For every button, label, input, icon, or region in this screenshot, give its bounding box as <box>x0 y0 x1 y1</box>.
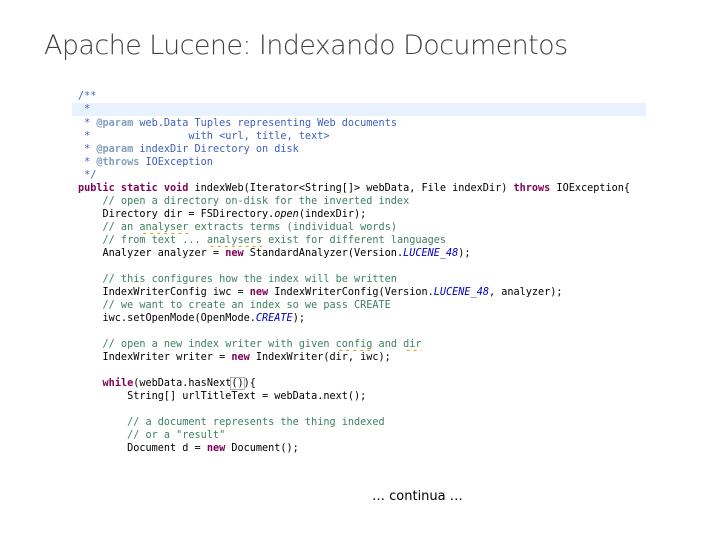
code-token: config <box>335 339 373 350</box>
code-token: indexDir Directory on disk <box>133 144 299 155</box>
code-token: Directory dir = FSDirectory. <box>78 209 275 220</box>
code-token: ); <box>292 313 305 324</box>
code-line: // open a new index writer with given co… <box>72 338 646 351</box>
code-line: // open a directory on-disk for the inve… <box>72 195 646 208</box>
code-line: Analyzer analyzer = new StandardAnalyzer… <box>72 247 646 260</box>
code-token: StandardAnalyzer(Version. <box>243 248 404 259</box>
code-token: // we want to create an index so we pass… <box>78 300 391 311</box>
code-line: Document d = new Document(); <box>72 442 646 455</box>
code-line: * @param indexDir Directory on disk <box>72 143 646 156</box>
code-token: ){ <box>243 378 256 389</box>
code-token: // this configures how the index will be… <box>78 274 397 285</box>
code-token: * <box>78 144 97 155</box>
code-token: indexWeb(Iterator<String[]> webData, Fil… <box>188 183 514 194</box>
code-token: extracts terms (individual words) <box>188 222 397 233</box>
code-token: Analyzer analyzer = <box>78 248 226 259</box>
code-line: /** <box>72 90 646 103</box>
code-token: @throws <box>96 157 140 168</box>
code-token: Document(); <box>225 443 299 454</box>
code-token: new <box>231 352 250 363</box>
code-line: IndexWriterConfig iwc = new IndexWriterC… <box>72 286 646 299</box>
code-token: LUCENE_48 <box>433 287 489 298</box>
code-token: (indexDir); <box>298 209 367 220</box>
code-line: // an analyser extracts terms (individua… <box>72 221 646 234</box>
code-token: IndexWriterConfig(Version. <box>268 287 434 298</box>
code-token: // an <box>78 222 140 233</box>
code-token: IOException{ <box>550 183 631 194</box>
code-line: * <box>72 103 646 116</box>
code-token: iwc.setOpenMode(OpenMode. <box>78 313 256 324</box>
code-token: analyser <box>139 222 189 233</box>
code-token: new <box>225 248 244 259</box>
code-token: IndexWriter writer = <box>78 352 232 363</box>
code-token: @param <box>96 144 134 155</box>
code-line: IndexWriter writer = new IndexWriter(dir… <box>72 351 646 364</box>
code-token: // a document represents the thing index… <box>78 417 385 428</box>
code-token: IOException <box>139 157 213 168</box>
code-token: (webData.hasNext <box>133 378 232 389</box>
code-line: // this configures how the index will be… <box>72 273 646 286</box>
code-line: * with <url, title, text> <box>72 130 646 143</box>
code-line: // we want to create an index so we pass… <box>72 299 646 312</box>
code-token: LUCENE_48 <box>403 248 459 259</box>
code-token: */ <box>78 170 97 181</box>
code-token: * with <url, title, text> <box>78 131 330 142</box>
continuation-note: … continua … <box>372 489 463 504</box>
code-token: // or a "result" <box>78 430 226 441</box>
code-token: IndexWriterConfig iwc = <box>78 287 250 298</box>
code-token: String[] urlTitleText = webData.next(); <box>78 391 367 402</box>
code-token: // from text ... <box>78 235 207 246</box>
code-token: IndexWriter(dir, iwc); <box>249 352 391 363</box>
code-token: throws <box>513 183 551 194</box>
slide-title: Apache Lucene: Indexando Documentos <box>44 30 568 61</box>
code-line: String[] urlTitleText = webData.next(); <box>72 390 646 403</box>
code-screenshot: /** * * @param web.Data Tuples represent… <box>72 88 646 458</box>
code-token: * <box>78 104 91 115</box>
code-token: while <box>102 378 134 389</box>
code-token: new <box>206 443 226 454</box>
code-line: public static void indexWeb(Iterator<Str… <box>72 182 646 195</box>
code-line: */ <box>72 169 646 182</box>
code-line: // a document represents the thing index… <box>72 416 646 429</box>
code-line: Directory dir = FSDirectory.open(indexDi… <box>72 208 646 221</box>
code-line: // from text ... analysers exist for dif… <box>72 234 646 247</box>
code-line: // or a "result" <box>72 429 646 442</box>
code-token: @param <box>96 118 134 129</box>
code-token: ); <box>458 248 471 259</box>
code-token: // open a directory on-disk for the inve… <box>78 196 410 207</box>
code-token: public static void <box>78 183 189 194</box>
code-token: and <box>372 339 404 350</box>
code-token: Document d = <box>78 443 207 454</box>
code-token: CREATE <box>255 313 293 324</box>
code-line: iwc.setOpenMode(OpenMode.CREATE); <box>72 312 646 325</box>
code-token: web.Data Tuples representing Web documen… <box>133 118 397 129</box>
code-line: * @throws IOException <box>72 156 646 169</box>
code-token: // open a new index writer with given <box>78 339 336 350</box>
code-token: * <box>78 118 97 129</box>
code-token: () <box>230 377 245 390</box>
code-token: dir <box>403 339 422 350</box>
code-token: , analyzer); <box>488 287 563 298</box>
code-token: new <box>249 287 269 298</box>
code-line: * @param web.Data Tuples representing We… <box>72 117 646 130</box>
code-token: exist for different languages <box>262 235 447 246</box>
code-token: open <box>274 209 299 220</box>
code-token: analysers <box>206 235 263 246</box>
code-token: * <box>78 157 97 168</box>
code-line: while(webData.hasNext()){ <box>72 377 646 390</box>
code-token: /** <box>78 91 97 102</box>
